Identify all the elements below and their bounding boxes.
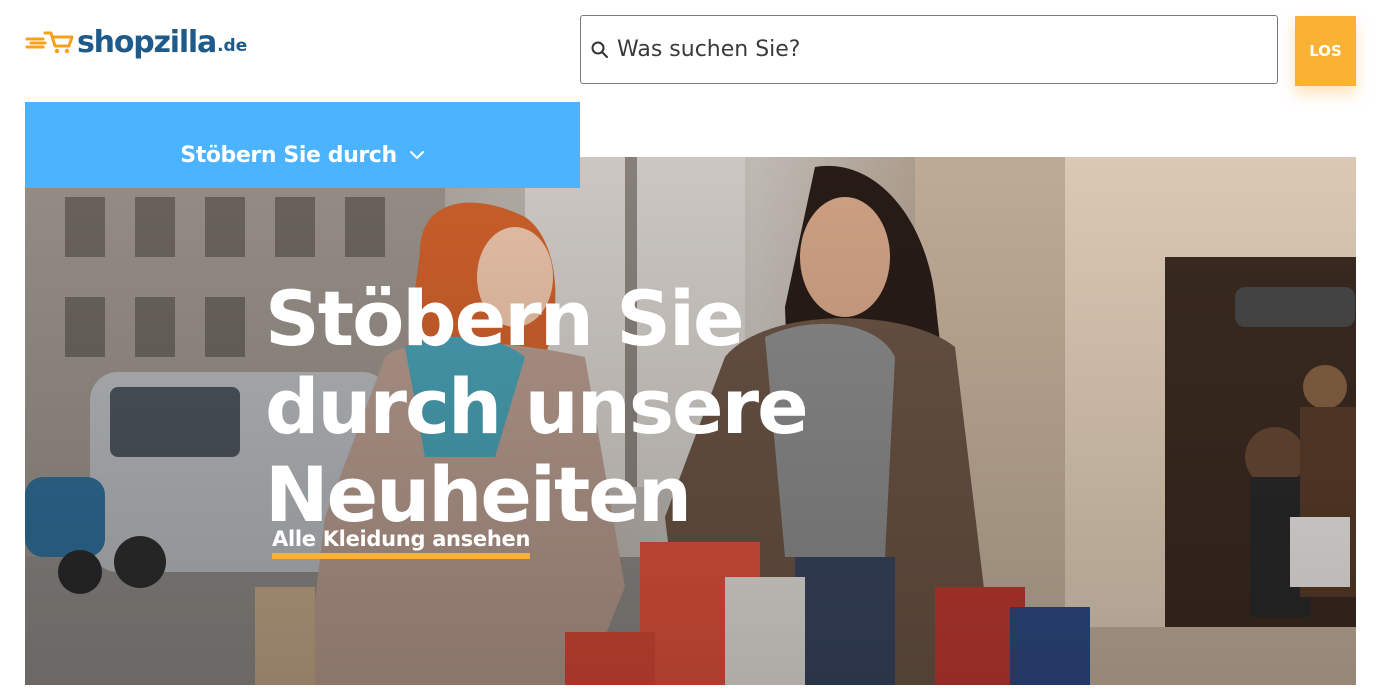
logo-text: shopzilla	[77, 24, 217, 60]
hero-title-line-1: Stöbern Sie	[265, 274, 745, 363]
hero-title: Stöbern Sie durch unsere Neuheiten	[265, 275, 965, 539]
logo-tld: .de	[217, 36, 248, 56]
chevron-down-icon	[409, 151, 424, 159]
search-box[interactable]	[580, 15, 1278, 84]
search-input[interactable]	[617, 37, 1237, 62]
hero-title-line-3: Neuheiten	[265, 450, 692, 539]
hero-banner: Stöbern Sie durch unsere Neuheiten Alle …	[25, 157, 1356, 685]
search-submit-button[interactable]: LOS	[1295, 16, 1356, 86]
hero-title-line-2: durch unsere	[265, 362, 809, 451]
cart-logo-icon	[25, 31, 74, 54]
browse-label: Stöbern Sie durch	[180, 142, 397, 168]
browse-dropdown-toggle[interactable]: Stöbern Sie durch	[25, 102, 580, 188]
site-logo[interactable]: shopzilla .de	[25, 22, 247, 62]
view-all-clothing-link[interactable]: Alle Kleidung ansehen	[272, 527, 530, 559]
search-icon	[591, 41, 608, 58]
